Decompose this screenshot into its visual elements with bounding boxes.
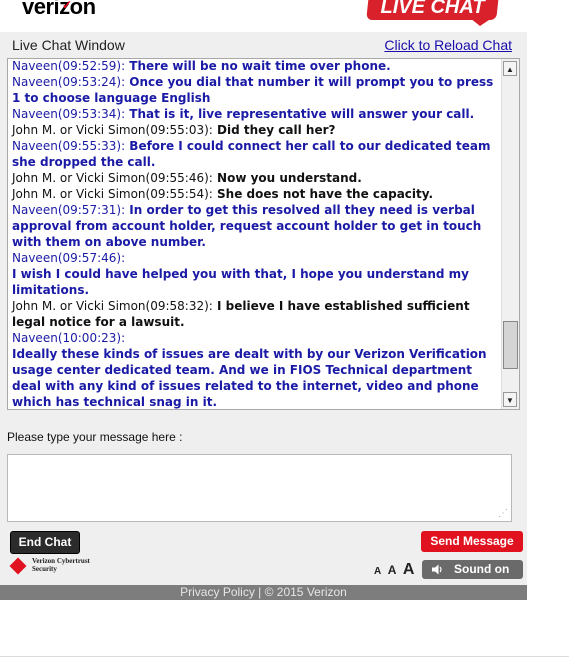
message-time: (09:53:24): [57, 75, 126, 90]
header-bar: verizon ✓ LIVE CHAT [0, 0, 527, 32]
message-input-label: Please type your message here : [7, 430, 183, 444]
speaker-icon [432, 564, 442, 575]
chat-message: John M. or Vicki Simon(09:58:32): I beli… [12, 298, 500, 330]
cybertrust-diamond-icon [9, 557, 27, 575]
reload-chat-link[interactable]: Click to Reload Chat [384, 37, 512, 53]
chat-window-frame: verizon ✓ LIVE CHAT Live Chat Window Cli… [0, 0, 527, 600]
chat-message: John M. or Vicki Simon(09:55:46): Now yo… [12, 170, 500, 186]
chat-transcript[interactable]: Naveen(09:52:59): There will be no wait … [7, 58, 520, 410]
logo-check-icon: ✓ [62, 0, 72, 12]
sound-toggle-label: Sound on [454, 562, 510, 576]
sound-toggle-button[interactable]: Sound on [422, 560, 523, 579]
font-small-button[interactable]: A [374, 566, 381, 577]
message-time: (09:55:54): [145, 187, 213, 202]
message-time: (09:57:31): [57, 203, 126, 218]
message-text: I wish I could have helped you with that… [12, 267, 469, 298]
cybertrust-badge: Verizon Cybertrust Security [9, 557, 90, 581]
sender-name: Naveen [12, 59, 58, 74]
message-text: She does not have the capacity. [212, 187, 434, 202]
footer-bar: Privacy Policy | © 2015 Verizon [0, 585, 527, 600]
font-large-button[interactable]: A [403, 561, 415, 578]
message-text: There will be no wait time over phone. [125, 59, 391, 74]
live-chat-badge-tail [470, 18, 492, 26]
live-chat-badge-text: LIVE CHAT [380, 0, 485, 18]
page-divider [0, 656, 569, 657]
chat-scrollbar[interactable]: ▲ ▼ [501, 59, 519, 409]
message-time: (09:55:03): [145, 123, 213, 138]
window-title: Live Chat Window [12, 37, 125, 53]
sender-name: Naveen [12, 107, 58, 122]
chat-message: Naveen(09:57:31): In order to get this r… [12, 202, 500, 250]
message-time: (09:55:46): [145, 171, 213, 186]
end-chat-button[interactable]: End Chat [10, 531, 80, 554]
sender-name: John M. or Vicki Simon [12, 299, 146, 314]
font-size-controls: A A A [374, 561, 416, 579]
message-input[interactable] [7, 454, 512, 522]
message-time: (09:57:46): [57, 251, 126, 266]
chat-message: John M. or Vicki Simon(09:55:03): Did th… [12, 122, 500, 138]
chat-message: Naveen(10:00:23): Ideally these kinds of … [12, 330, 500, 410]
chat-message: Naveen(09:52:59): There will be no wait … [12, 59, 500, 74]
message-time: (09:52:59): [57, 59, 126, 74]
logo-text: verizon [22, 0, 96, 19]
message-time: (10:00:23): [57, 331, 126, 346]
live-chat-badge: LIVE CHAT [366, 0, 500, 20]
sender-name: Naveen [12, 203, 58, 218]
sender-name: John M. or Vicki Simon [12, 123, 146, 138]
chat-message: Naveen(09:55:33): Before I could connect… [12, 138, 500, 170]
resize-grip-icon[interactable]: ⋰ [498, 508, 508, 519]
sender-name: Naveen [12, 251, 58, 266]
scroll-thumb[interactable] [503, 321, 518, 369]
chat-message: John M. or Vicki Simon(09:55:54): She do… [12, 186, 500, 202]
scroll-down-arrow-icon[interactable]: ▼ [503, 392, 517, 407]
send-message-button[interactable]: Send Message [421, 531, 523, 552]
chat-message: Naveen(09:53:34): That is it, live repre… [12, 106, 500, 122]
chat-message: Naveen(09:53:24): Once you dial that num… [12, 74, 500, 106]
sender-name: Naveen [12, 75, 58, 90]
scroll-up-arrow-icon[interactable]: ▲ [503, 61, 517, 76]
chat-message: Naveen(09:57:46): I wish I could have hel… [12, 250, 500, 298]
sender-name: John M. or Vicki Simon [12, 187, 146, 202]
sender-name: Naveen [12, 331, 58, 346]
message-text: Now you understand. [212, 171, 362, 186]
message-text: Did they call her? [212, 123, 336, 138]
message-list: Naveen(09:52:59): There will be no wait … [12, 59, 500, 410]
cybertrust-text: Verizon Cybertrust Security [32, 557, 90, 573]
sender-name: John M. or Vicki Simon [12, 171, 146, 186]
message-time: (09:53:34): [57, 107, 126, 122]
sender-name: Naveen [12, 139, 58, 154]
message-text: That is it, live representative will ans… [125, 107, 475, 122]
message-time: (09:55:33): [57, 139, 126, 154]
message-time: (09:58:32): [145, 299, 213, 314]
font-medium-button[interactable]: A [388, 563, 397, 577]
verizon-logo: verizon ✓ [22, 0, 96, 20]
message-text: Ideally these kinds of issues are dealt … [12, 347, 487, 410]
